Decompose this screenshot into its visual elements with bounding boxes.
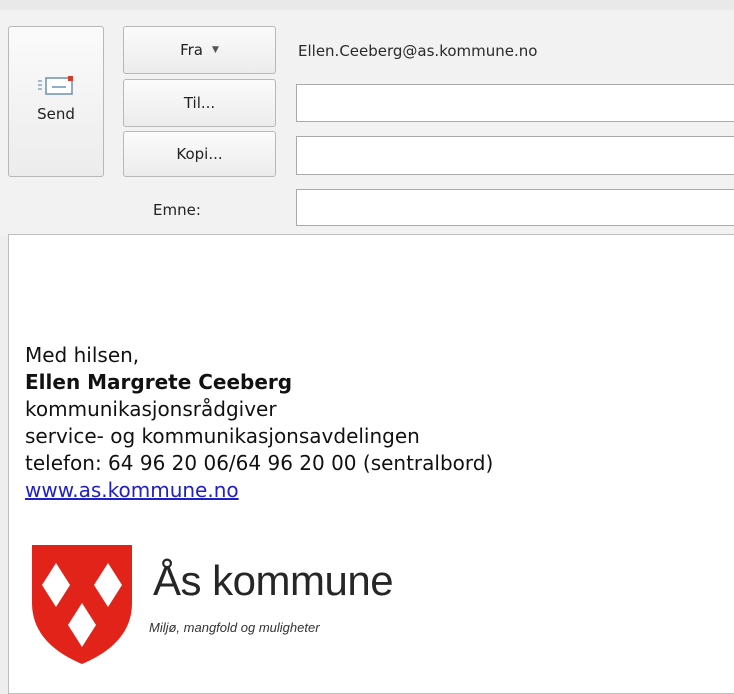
signature-title: kommunikasjonsrådgiver <box>25 397 277 421</box>
chevron-down-icon: ▼ <box>211 45 219 55</box>
to-button[interactable]: Til... <box>123 79 276 127</box>
signature-department: service- og kommunikasjonsavdelingen <box>25 424 420 448</box>
cc-button[interactable]: Kopi... <box>123 131 276 177</box>
send-mail-icon <box>38 76 73 95</box>
signature-name: Ellen Margrete Ceeberg <box>25 370 293 394</box>
subject-field[interactable] <box>296 189 734 226</box>
subject-label: Emne: <box>153 201 201 219</box>
window-top-strip <box>0 0 734 10</box>
coat-of-arms-icon <box>32 545 132 664</box>
logo-tagline: Miljø, mangfold og muligheter <box>149 620 320 635</box>
signature-greeting: Med hilsen, <box>25 343 140 367</box>
signature-phone: telefon: 64 96 20 06/64 96 20 00 (sentra… <box>25 451 494 475</box>
from-address: Ellen.Ceeberg@as.kommune.no <box>298 42 538 60</box>
to-field[interactable] <box>296 84 734 122</box>
to-button-label: Til... <box>183 94 216 112</box>
from-button-label: Fra <box>180 41 203 59</box>
send-button[interactable]: Send <box>8 26 104 177</box>
cc-field[interactable] <box>296 136 734 175</box>
logo-name: Ås kommune <box>153 557 394 604</box>
logo <box>30 543 134 669</box>
send-button-label: Send <box>37 105 75 123</box>
cc-button-label: Kopi... <box>176 145 223 163</box>
from-button[interactable]: Fra ▼ <box>123 26 276 74</box>
signature: Med hilsen, Ellen Margrete Ceeberg kommu… <box>25 342 493 504</box>
website-link[interactable]: www.as.kommune.no <box>25 477 493 504</box>
